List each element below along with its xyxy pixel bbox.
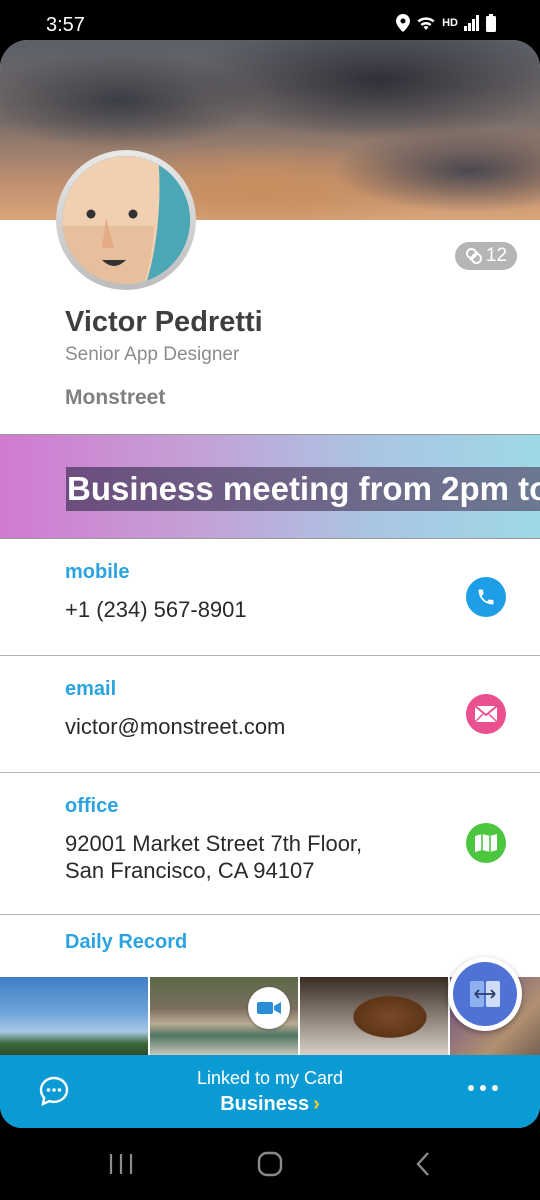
- home-button[interactable]: [250, 1148, 290, 1180]
- fab-inner: [453, 962, 517, 1026]
- back-icon: [416, 1152, 429, 1176]
- location-icon: [396, 14, 411, 32]
- contact-screen: 12 Victor Pedretti Senior App Designer M…: [0, 40, 540, 1128]
- swap-card-icon: [470, 981, 500, 1007]
- chevron-right-icon: ›: [313, 1093, 320, 1115]
- map-button[interactable]: [466, 823, 506, 863]
- phone-frame: 3:57 HD 12 Victor Pedretti Senior App De…: [0, 0, 540, 1200]
- back-button[interactable]: [403, 1148, 443, 1180]
- links-count: 12: [485, 245, 508, 266]
- contact-name: Victor Pedretti: [65, 306, 263, 338]
- mail-icon: [474, 705, 498, 723]
- contact-row-mobile[interactable]: mobile +1 (234) 567-8901: [0, 539, 540, 656]
- more-dot-icon: [492, 1085, 498, 1091]
- wifi-icon: [417, 17, 435, 30]
- contact-row-email[interactable]: email victor@monstreet.com: [0, 656, 540, 773]
- phone-icon: [478, 589, 494, 605]
- mobile-label: mobile: [65, 561, 130, 583]
- links-count-badge[interactable]: 12: [455, 242, 517, 270]
- contact-title: Senior App Designer: [65, 344, 240, 365]
- photo-sky[interactable]: [0, 977, 148, 1055]
- battery-icon: [486, 14, 496, 32]
- status-icons: HD: [396, 14, 496, 32]
- email-label: email: [65, 678, 117, 700]
- status-time: 3:57: [46, 14, 85, 36]
- linked-card-name: Business: [220, 1093, 310, 1115]
- hd-voice-icon: HD: [442, 16, 458, 29]
- photo-cake[interactable]: [300, 977, 448, 1055]
- mobile-value: +1 (234) 567-8901: [65, 597, 247, 622]
- linked-card-selector[interactable]: Business ›: [0, 1093, 540, 1116]
- more-dot-icon: [480, 1085, 486, 1091]
- office-label: office: [65, 795, 119, 817]
- signal-icon: [464, 15, 479, 31]
- link-icon: [465, 248, 482, 264]
- more-options-button[interactable]: [468, 1085, 498, 1091]
- linked-card-caption: Linked to my Card: [196, 1068, 344, 1088]
- recent-apps-button[interactable]: [101, 1148, 141, 1180]
- switch-card-fab[interactable]: [448, 957, 522, 1031]
- office-address-line2: San Francisco, CA 94107: [65, 858, 315, 883]
- status-message: Business meeting from 2pm to 4pm: [66, 467, 540, 511]
- avatar[interactable]: [56, 150, 196, 290]
- email-button[interactable]: [466, 694, 506, 734]
- contact-row-office[interactable]: office 92001 Market Street 7th Floor, Sa…: [0, 773, 540, 915]
- video-camera-icon: [257, 1002, 281, 1014]
- daily-record-label: Daily Record: [65, 931, 188, 953]
- avatar-illustration: [62, 156, 190, 284]
- call-button[interactable]: [466, 577, 506, 617]
- bottom-bar: Linked to my Card Business ›: [0, 1055, 540, 1128]
- recent-apps-icon: [109, 1154, 133, 1174]
- system-nav-bar: [0, 1128, 540, 1200]
- office-address-line1: 92001 Market Street 7th Floor,: [65, 831, 363, 856]
- email-value: victor@monstreet.com: [65, 714, 286, 739]
- status-banner[interactable]: Business meeting from 2pm to 4pm: [0, 434, 540, 539]
- contact-company: Monstreet: [65, 386, 166, 409]
- video-badge: [248, 987, 290, 1029]
- more-dot-icon: [468, 1085, 474, 1091]
- map-icon: [475, 834, 497, 852]
- home-icon: [257, 1151, 283, 1177]
